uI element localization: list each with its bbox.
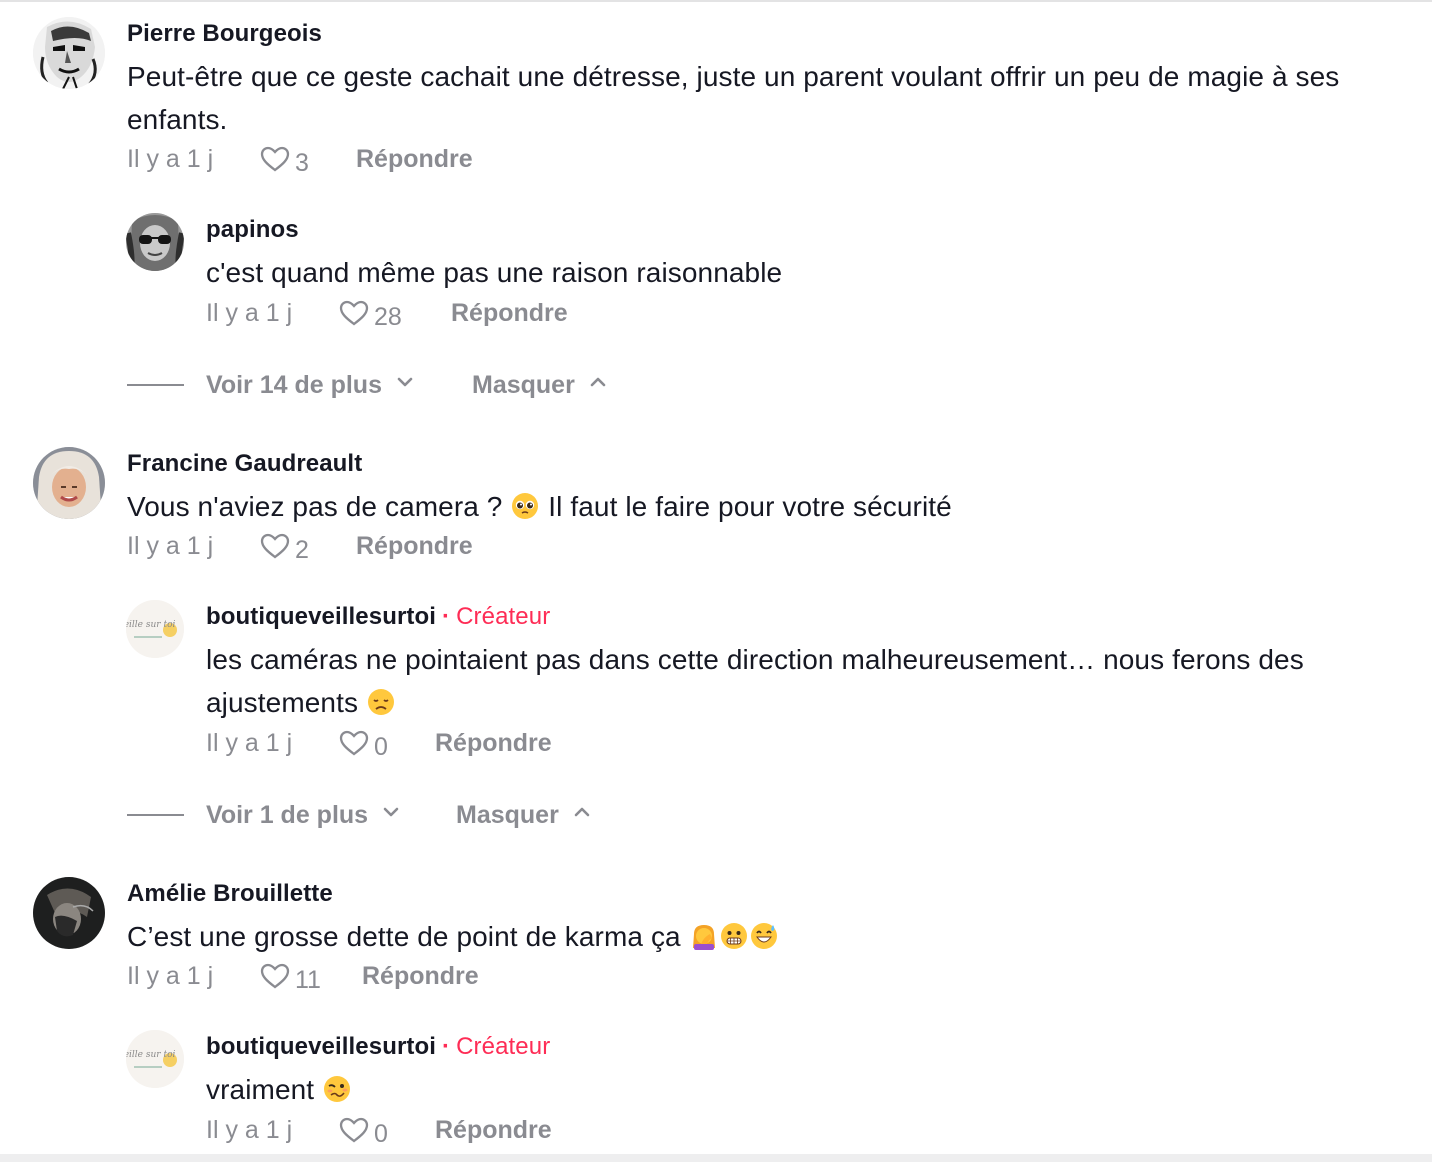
chevron-down-icon — [380, 798, 402, 832]
like-button[interactable]: 0 — [338, 1114, 388, 1154]
bottom-edge — [0, 1154, 1432, 1162]
top-divider — [0, 0, 1432, 2]
like-button[interactable]: 2 — [259, 530, 309, 570]
reply-button[interactable]: Répondre — [356, 530, 473, 562]
avatar[interactable] — [33, 17, 105, 89]
reply-button[interactable]: Répondre — [435, 1114, 552, 1146]
thread-divider — [127, 814, 184, 816]
avatar[interactable] — [126, 213, 184, 271]
like-button[interactable]: 3 — [259, 143, 309, 183]
avatar[interactable] — [33, 447, 105, 519]
grimacing-face-emoji — [720, 922, 748, 950]
grinning-sweat-emoji — [750, 922, 778, 950]
like-button[interactable]: 28 — [338, 297, 402, 337]
creator-badge: Créateur — [456, 603, 551, 630]
comment-time: Il y a 1 j — [206, 299, 293, 327]
like-button[interactable]: 0 — [338, 727, 388, 767]
chevron-up-icon — [571, 798, 593, 832]
comment-meta: Il y a 1 j 0 Répondre — [206, 1114, 706, 1148]
like-count: 0 — [374, 1120, 388, 1148]
separator-dot: · — [442, 1033, 451, 1060]
facepalm-woman-emoji — [690, 922, 718, 950]
comment-text-body: vraiment — [206, 1074, 315, 1105]
comment-time: Il y a 1 j — [127, 962, 214, 990]
like-count: 2 — [295, 536, 309, 564]
view-more-replies-button[interactable]: Voir 1 de plus — [206, 798, 402, 832]
reply-button[interactable]: Répondre — [435, 727, 552, 759]
comment-text: c'est quand même pas une raison raisonna… — [206, 257, 783, 288]
comments-panel: Pierre Bourgeois Peut-être que ce geste … — [0, 0, 1432, 1162]
like-count: 11 — [295, 966, 321, 994]
separator-dot: · — [442, 603, 451, 630]
comment-username[interactable]: papinos — [206, 216, 299, 244]
comment-text-end: Il faut le faire pour votre sécurité — [548, 491, 952, 522]
comment-meta: Il y a 1 j 28 Répondre — [206, 297, 706, 331]
heart-icon — [259, 530, 291, 570]
like-button[interactable]: 11 — [259, 960, 321, 1000]
comment-time: Il y a 1 j — [127, 145, 214, 173]
heart-icon — [259, 960, 291, 1000]
svg-text:veille sur toi: veille sur toi — [126, 1050, 175, 1060]
disappointed-face-emoji — [367, 688, 395, 716]
avatar[interactable]: veille sur toi — [126, 1030, 184, 1088]
comment-text: les caméras ne pointaient pas dans cette… — [206, 638, 1416, 724]
comment-username: boutiqueveillesurtoi · Créateur — [206, 1033, 550, 1061]
creator-username[interactable]: boutiqueveillesurtoi — [206, 603, 436, 630]
comment-username[interactable]: Francine Gaudreault — [127, 450, 362, 478]
creator-username[interactable]: boutiqueveillesurtoi — [206, 1033, 436, 1060]
hide-label: Masquer — [472, 371, 575, 399]
reply-button[interactable]: Répondre — [362, 960, 479, 992]
creator-badge: Créateur — [456, 1033, 551, 1060]
comment-username: boutiqueveillesurtoi · Créateur — [206, 603, 550, 631]
comment-meta: Il y a 1 j 2 Répondre — [127, 530, 627, 564]
comment-text-body: C’est une grosse dette de point de karma… — [127, 921, 681, 952]
comment-time: Il y a 1 j — [127, 532, 214, 560]
heart-icon — [338, 727, 370, 767]
hide-replies-button[interactable]: Masquer — [472, 368, 609, 402]
comment-text: Peut-être que ce geste cachait une détre… — [127, 61, 1340, 135]
like-count: 0 — [374, 733, 388, 761]
comment-meta: Il y a 1 j 11 Répondre — [127, 960, 627, 994]
comment-meta: Il y a 1 j 3 Répondre — [127, 143, 627, 177]
reply-button[interactable]: Répondre — [356, 143, 473, 175]
woozy-face-emoji — [323, 1075, 351, 1103]
reply-button[interactable]: Répondre — [451, 297, 568, 329]
avatar[interactable] — [33, 877, 105, 949]
heart-icon — [338, 297, 370, 337]
pleading-face-emoji — [511, 492, 539, 520]
hide-replies-button[interactable]: Masquer — [456, 798, 593, 832]
comment-time: Il y a 1 j — [206, 729, 293, 757]
like-count: 28 — [374, 303, 402, 331]
view-more-replies-button[interactable]: Voir 14 de plus — [206, 368, 416, 402]
thread-controls: Voir 14 de plus Masquer — [127, 368, 827, 402]
comment-time: Il y a 1 j — [206, 1116, 293, 1144]
comment-meta: Il y a 1 j 0 Répondre — [206, 727, 706, 761]
chevron-down-icon — [394, 368, 416, 402]
avatar[interactable]: veille sur toi — [126, 600, 184, 658]
heart-icon — [259, 143, 291, 183]
comment-username[interactable]: Amélie Brouillette — [127, 880, 333, 908]
thread-controls: Voir 1 de plus Masquer — [127, 798, 827, 832]
hide-label: Masquer — [456, 801, 559, 829]
thread-divider — [127, 384, 184, 386]
comment-text-start: Vous n'aviez pas de camera ? — [127, 491, 503, 522]
comment-text: Vous n'aviez pas de camera ? Il faut le … — [127, 485, 1417, 528]
comment-username[interactable]: Pierre Bourgeois — [127, 20, 322, 48]
heart-icon — [338, 1114, 370, 1154]
view-more-label: Voir 1 de plus — [206, 801, 369, 829]
comment-text: C’est une grosse dette de point de karma… — [127, 915, 1417, 958]
like-count: 3 — [295, 149, 309, 177]
svg-text:veille sur toi: veille sur toi — [126, 620, 175, 630]
view-more-label: Voir 14 de plus — [206, 371, 382, 399]
chevron-up-icon — [587, 368, 609, 402]
comment-text: vraiment — [206, 1068, 1406, 1111]
